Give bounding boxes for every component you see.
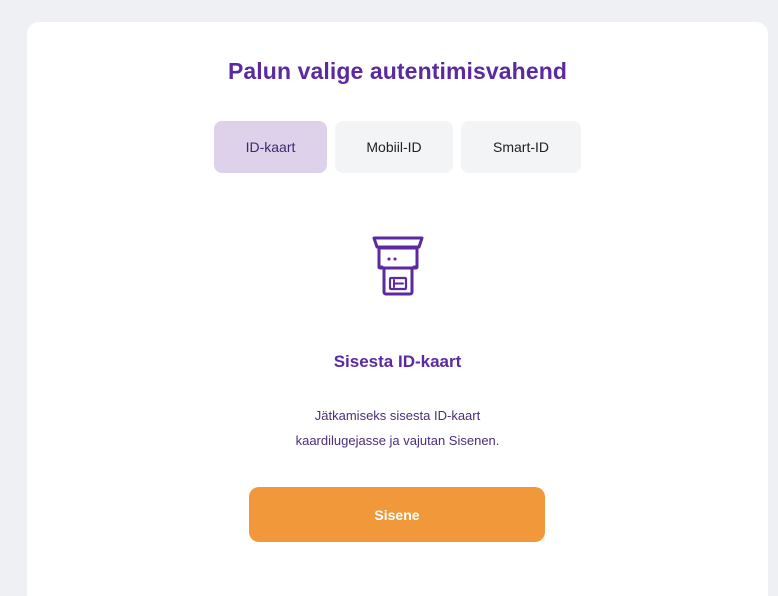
tab-mobiil-id[interactable]: Mobiil-ID: [335, 121, 453, 173]
instruction-line-1: Jätkamiseks sisesta ID-kaart: [314, 408, 481, 423]
page-background: Palun valige autentimisvahend ID-kaart M…: [0, 0, 778, 596]
sisene-button[interactable]: Sisene: [249, 487, 545, 542]
auth-method-tabs: ID-kaart Mobiil-ID Smart-ID: [214, 121, 581, 173]
id-card-reader-icon: [369, 233, 427, 305]
tab-id-kaart[interactable]: ID-kaart: [214, 121, 327, 173]
section-heading: Sisesta ID-kaart: [333, 352, 462, 371]
tab-smart-id[interactable]: Smart-ID: [461, 121, 581, 173]
page-title: Palun valige autentimisvahend: [227, 58, 568, 84]
auth-card: Palun valige autentimisvahend ID-kaart M…: [27, 22, 768, 596]
instruction-text: Jätkamiseks sisesta ID-kaart kaardilugej…: [27, 403, 768, 453]
instruction-line-2: kaardilugejasse ja vajutan Sisenen.: [295, 433, 500, 448]
